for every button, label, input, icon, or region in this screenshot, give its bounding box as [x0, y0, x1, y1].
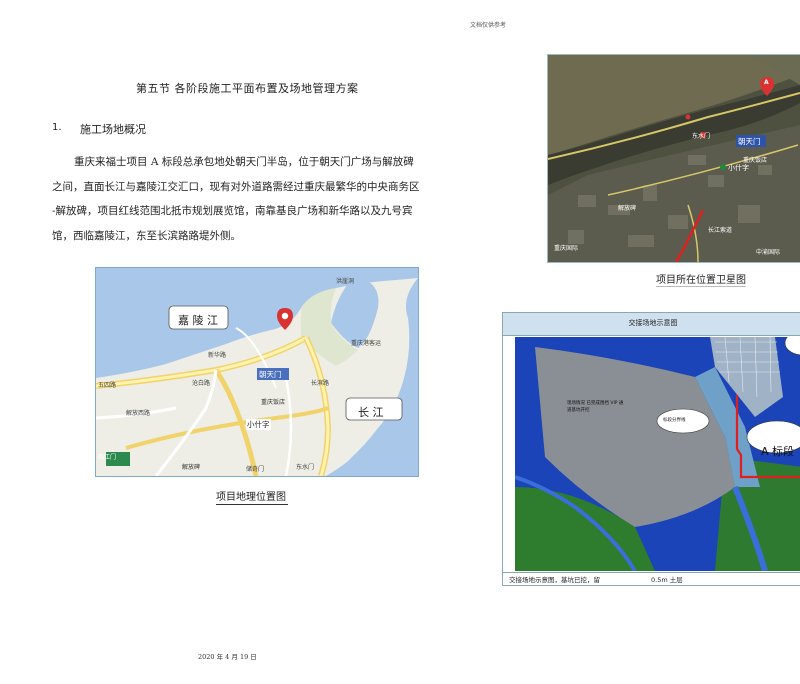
boundary-bubble-label: 标段分界线: [663, 418, 686, 423]
linjiangmen-label: 临江门: [98, 454, 117, 461]
a-section-label: A 标段: [761, 445, 795, 458]
diagram-caption-part2: 0.5m 土层: [651, 576, 683, 584]
paragraph-line: 之间，直面长江与嘉陵江交汇口，现有对外道路需经过重庆最繁华的中央商务区: [52, 180, 420, 193]
dongshuimen-label: 东水门: [296, 464, 315, 471]
diagram-note: 现场情况 已完成围挡 VIP 通道基坑开挖: [567, 401, 624, 413]
map-marker-icon: A: [282, 313, 287, 320]
heading-number: 1.: [52, 122, 62, 133]
satellite-guoji-label: 重庆国际: [554, 245, 579, 252]
body-paragraph: 重庆来福士项目 A 标段总承包地处朝天门半岛，位于朝天门广场与解放碑 之间，直面…: [52, 150, 442, 248]
jiefangbei-label: 解放碑: [182, 464, 201, 471]
port-label: 重庆港客运: [351, 340, 382, 347]
section-title: 第五节 各阶段施工平面布置及场地管理方案: [136, 82, 359, 95]
diagram-render: [515, 337, 800, 571]
chuqimen-label: 储奇门: [246, 466, 265, 473]
road-label: 沧白路: [192, 380, 211, 387]
satellite-jiefangbei-label: 解放碑: [618, 205, 637, 212]
satellite-xiaoshizi-label: 小什字: [728, 164, 749, 172]
location-map-caption: 项目地理位置图: [216, 488, 288, 505]
yangtze-river-label: 长 江: [358, 406, 384, 419]
diagram-title: 交接场地示意图: [628, 319, 678, 327]
satellite-chaotianmen-label: 朝天门: [738, 137, 761, 146]
heading-text: 施工场地概况: [80, 123, 146, 136]
diagram-caption-part1: 交接场地示意图，基坑已挖，留: [509, 576, 600, 584]
footer-date: 2020 年 4 月 19 日: [198, 653, 257, 661]
paragraph-line: 馆，西临嘉陵江，东至长滨路路堤外侧。: [52, 229, 241, 242]
chaotianmen-label: 朝天门: [259, 370, 282, 379]
satellite-marker-icon: A: [764, 79, 769, 86]
xinhua-road-label: 新华路: [208, 352, 227, 359]
road-label: 五四路: [98, 382, 117, 389]
satellite-dongshuimen-label: 东水门: [692, 133, 711, 140]
satellite-caption: 项目所在位置卫星图: [656, 271, 746, 287]
jiefangxi-road-label: 解放西路: [126, 410, 151, 417]
paragraph-line: -解放碑，项目红线范围北抵市规划展览馆，南靠基良广场和新华路以及九号宾: [52, 205, 413, 217]
hongyadong-label: 洪崖洞: [336, 278, 355, 285]
satellite-image: A 朝天门 小什字 东水门 重庆饭店 长江索道 解放碑 中渝国际 重庆国际: [547, 54, 800, 263]
hotel-label: 重庆饭店: [261, 399, 286, 406]
satellite-cbd-label: 中渝国际: [756, 249, 781, 256]
diagram-canvas: [515, 337, 800, 571]
paragraph-line: 重庆来福士项目 A 标段总承包地处朝天门半岛，位于朝天门广场与解放碑: [74, 156, 414, 168]
changbin-road-label: 长滨路: [311, 380, 330, 387]
location-map: 嘉 陵 江 长 江 A 朝天门 小什字 重庆饭店 解放碑 临江门 五四路 沧白路…: [95, 267, 419, 477]
xiaoshizi-label: 小什字: [246, 419, 271, 430]
jialing-river-label: 嘉 陵 江: [178, 314, 218, 327]
location-map-canvas: [96, 268, 418, 476]
header-note: 文档仅供参考: [470, 22, 507, 29]
satellite-hotel-label: 重庆饭店: [743, 157, 768, 164]
satellite-cableway-label: 长江索道: [708, 227, 733, 234]
site-diagram: 交接场地示意图 现场情况 已完成围挡 VIP 通道基坑开挖 标段分界线 A 标段…: [502, 312, 800, 586]
